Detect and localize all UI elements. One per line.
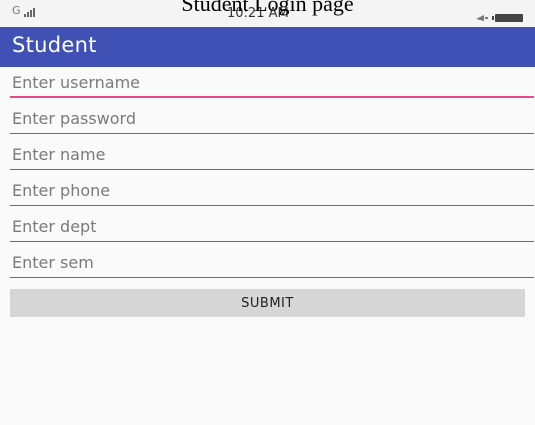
- dept-input[interactable]: [10, 212, 534, 242]
- password-input[interactable]: [10, 104, 534, 134]
- password-field-wrapper: [10, 104, 534, 134]
- toolbar-title: Student: [12, 33, 97, 57]
- app-toolbar: Student: [0, 27, 535, 67]
- phone-field-wrapper: [10, 176, 534, 206]
- username-field-wrapper: [10, 68, 534, 98]
- name-input[interactable]: [10, 140, 534, 170]
- dept-field-wrapper: [10, 212, 534, 242]
- name-field-wrapper: [10, 140, 534, 170]
- sem-input[interactable]: [10, 248, 534, 278]
- submit-button[interactable]: SUBMIT: [10, 289, 525, 317]
- page-caption: Student Login page: [181, 0, 354, 16]
- phone-input[interactable]: [10, 176, 534, 206]
- sem-field-wrapper: [10, 248, 534, 278]
- app-screen: G 10:21 AM Student Login page Student En…: [0, 0, 535, 425]
- username-input[interactable]: [10, 68, 534, 98]
